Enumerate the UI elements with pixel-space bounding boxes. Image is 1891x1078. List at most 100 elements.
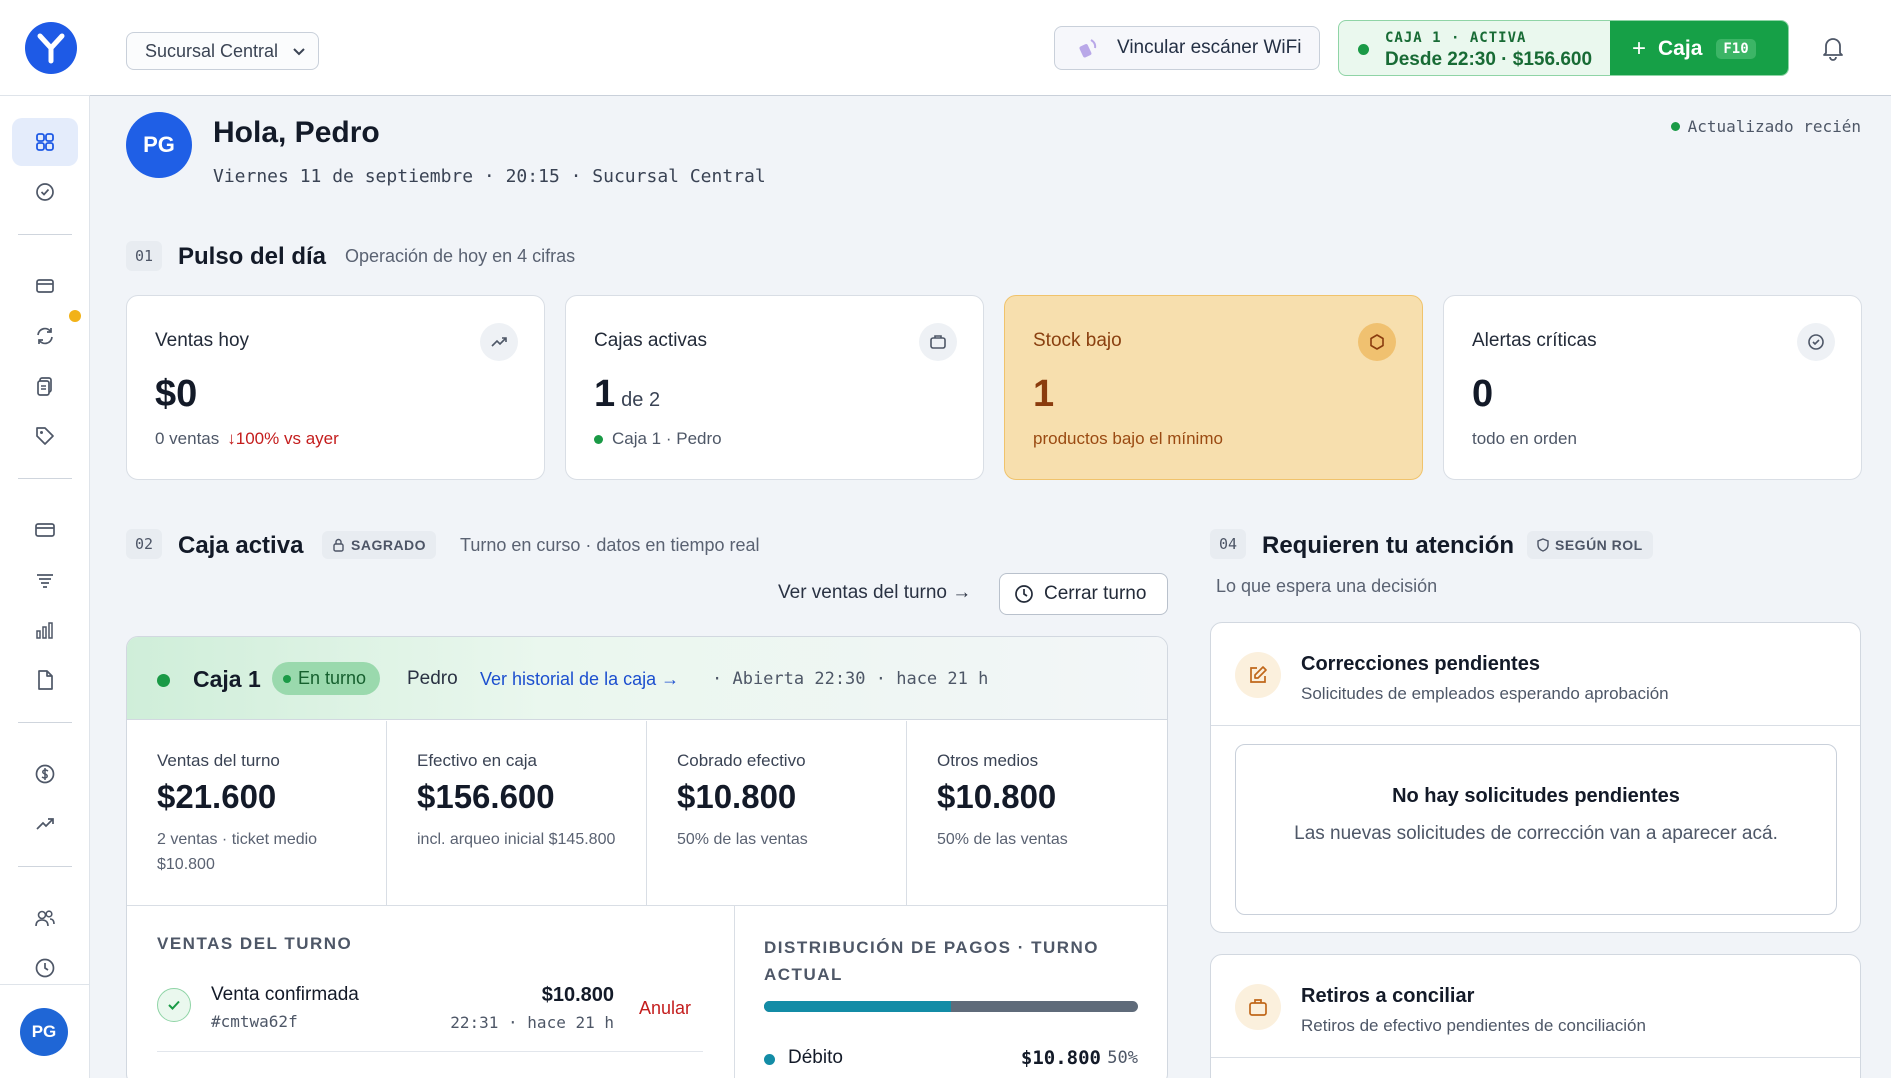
stat-cobrado-efectivo: Cobrado efectivo $10.800 50% de las vent…: [647, 721, 907, 906]
trend-icon: [36, 818, 54, 830]
payment-method-percent: 50%: [1107, 1048, 1138, 1068]
clock-icon: [1015, 585, 1033, 603]
stat-value: $10.800: [937, 778, 1057, 815]
register-icon: [36, 279, 54, 293]
stat-ventas-turno: Ventas del turno $21.600 2 ventas · tick…: [127, 721, 387, 906]
users-icon: [35, 910, 55, 927]
caja-status-pill[interactable]: CAJA 1 · ACTIVA Desde 22:30 · $156.600 +…: [1338, 20, 1789, 76]
file-icon: [38, 670, 53, 690]
updated-status: Actualizado recién: [1670, 117, 1861, 136]
sidebar-item-users[interactable]: [12, 894, 78, 942]
chevron-down-icon: [293, 48, 305, 56]
kpi-footer-text: Caja 1 · Pedro: [612, 429, 722, 448]
header-divider: [90, 95, 1891, 96]
card-subtitle: Retiros de efectivo pendientes de concil…: [1301, 1016, 1646, 1035]
kpi-card-cajas-activas[interactable]: Cajas activas 1 de 2 Caja 1 · Pedro: [565, 295, 984, 480]
active-register-card: Caja 1 En turno Pedro Ver historial de l…: [126, 636, 1168, 1078]
section-subtitle: Lo que espera una decisión: [1216, 576, 1438, 596]
documents-icon: [37, 377, 52, 396]
card-header: Correcciones pendientes Solicitudes de e…: [1211, 623, 1860, 726]
edit-icon: [1235, 652, 1281, 698]
sidebar-item-tags[interactable]: [12, 412, 78, 460]
sidebar-divider: [18, 478, 72, 479]
sidebar-item-reports[interactable]: [12, 606, 78, 654]
kpi-value-number: 1: [594, 373, 616, 415]
stat-value: $10.800: [677, 778, 797, 815]
filter-list-icon: [37, 574, 53, 588]
sidebar-item-tasks[interactable]: [12, 168, 78, 216]
kpi-card-ventas-hoy[interactable]: Ventas hoy $0 0 ventas ↓100% vs ayer: [126, 295, 545, 480]
link-wifi-scanner-button[interactable]: Vincular escáner WiFi: [1054, 26, 1320, 70]
register-history-link[interactable]: Ver historial de la caja →: [480, 669, 679, 690]
section-title: Caja activa: [178, 532, 304, 559]
register-name: Caja 1: [193, 666, 261, 692]
void-sale-button[interactable]: Anular: [639, 998, 691, 1019]
sidebar-item-dashboard[interactable]: [12, 118, 78, 166]
sidebar-item-sync[interactable]: [12, 312, 78, 360]
kpi-footer: todo en orden: [1472, 429, 1577, 448]
bell-icon[interactable]: [1819, 34, 1847, 62]
kpi-card-alertas[interactable]: Alertas críticas 0 todo en orden: [1443, 295, 1862, 480]
greeting-avatar: PG: [126, 112, 192, 178]
kpi-value: 1: [1033, 373, 1055, 415]
page-title: Hola, Pedro: [213, 116, 380, 149]
section-tag-label: SAGRADO: [351, 537, 427, 553]
section-tag-label: SEGÚN ROL: [1555, 537, 1643, 553]
empty-state-text: Las nuevas solicitudes de corrección van…: [1294, 823, 1778, 844]
stat-subtext: 50% de las ventas: [677, 831, 808, 848]
card-header: Retiros a conciliar Retiros de efectivo …: [1211, 955, 1860, 1058]
divider: [127, 905, 1167, 906]
sidebar-item-payments[interactable]: [12, 506, 78, 554]
sidebar-item-trends[interactable]: [12, 800, 78, 848]
close-shift-label: Cerrar turno: [1044, 583, 1147, 604]
sale-title: Venta confirmada: [211, 984, 359, 1005]
close-shift-button[interactable]: Cerrar turno: [999, 573, 1168, 615]
kpi-label: Ventas hoy: [155, 330, 250, 351]
kpi-value-total: de 2: [621, 389, 661, 411]
sidebar-item-register[interactable]: [12, 262, 78, 310]
kpi-footer: Caja 1 · Pedro: [594, 429, 722, 449]
sidebar: PG: [0, 96, 90, 1078]
section-number: 01: [126, 241, 162, 271]
sidebar-item-lists[interactable]: [12, 556, 78, 604]
view-shift-sales-link[interactable]: Ver ventas del turno →: [778, 582, 971, 604]
sidebar-divider: [18, 722, 72, 723]
branch-select[interactable]: Sucursal Central: [126, 32, 319, 70]
kpi-value: 1 de 2: [594, 373, 660, 416]
check-circle-icon: [36, 183, 54, 201]
scanner-icon: [1079, 39, 1097, 58]
app-logo[interactable]: [25, 22, 77, 74]
dashboard-icon: [36, 133, 54, 151]
wifi-button-label: Vincular escáner WiFi: [1117, 37, 1302, 58]
card-subtitle: Solicitudes de empleados esperando aprob…: [1301, 684, 1669, 703]
caja-status-title: CAJA 1 · ACTIVA: [1385, 30, 1527, 46]
sidebar-item-files[interactable]: [12, 656, 78, 704]
payment-distribution-heading: DISTRIBUCIÓN DE PAGOS · TURNO ACTUAL: [764, 938, 1100, 984]
sidebar-item-documents[interactable]: [12, 362, 78, 410]
user-avatar[interactable]: PG: [20, 1008, 68, 1056]
branch-select-value: Sucursal Central: [145, 40, 279, 61]
open-caja-button[interactable]: + Caja F10: [1610, 21, 1788, 75]
kpi-label: Cajas activas: [594, 330, 707, 351]
sync-icon: [37, 327, 53, 345]
status-dot: [1670, 122, 1680, 131]
bar-chart-icon: [36, 622, 53, 639]
sidebar-item-finance[interactable]: [12, 750, 78, 798]
caja-button-label: Caja: [1658, 37, 1703, 60]
trend-icon: [480, 323, 518, 361]
kpi-card-stock-bajo[interactable]: Stock bajo 1 productos bajo el mínimo: [1004, 295, 1423, 480]
payment-method-amount: $10.800: [1020, 1047, 1101, 1069]
section-number: 02: [126, 529, 162, 559]
kpi-footer: productos bajo el mínimo: [1033, 429, 1223, 448]
stat-value: $21.600: [157, 778, 277, 815]
check-circle-icon: [1797, 323, 1835, 361]
pending-corrections-card: Correcciones pendientes Solicitudes de e…: [1210, 622, 1861, 933]
stat-value: $156.600: [417, 778, 555, 815]
stat-label: Efectivo en caja: [417, 751, 538, 770]
sale-row[interactable]: Venta confirmada #cmtwa62f $10.800 22:31…: [157, 982, 703, 1052]
stat-label: Ventas del turno: [157, 751, 280, 770]
status-dot: [594, 434, 603, 444]
stat-subtext: 2 ventas · ticket medio $10.800: [157, 831, 318, 873]
sale-amount: $10.800: [541, 984, 614, 1006]
section-title: Requieren tu atención: [1262, 532, 1515, 559]
